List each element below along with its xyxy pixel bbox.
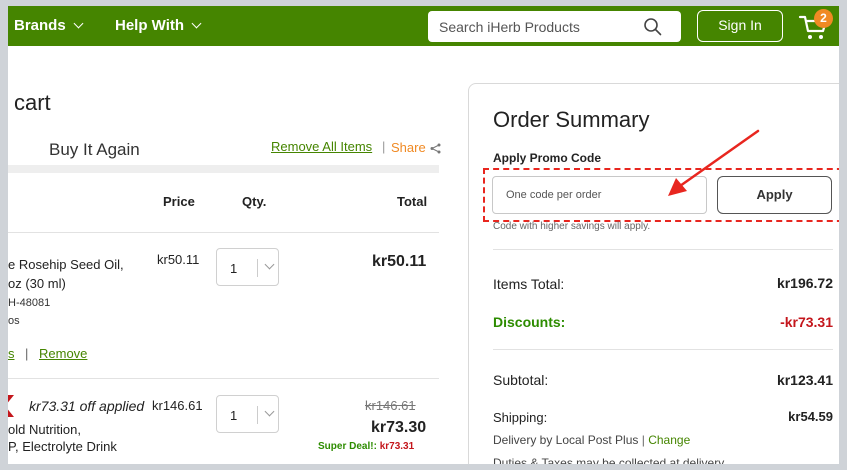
nav-help-with[interactable]: Help With [115, 17, 202, 34]
promo-placeholder: One code per order [506, 189, 602, 201]
shipping-value: kr54.59 [788, 409, 833, 424]
nav-help-with-label: Help With [115, 17, 185, 34]
item-1-quantity-value: 1 [230, 261, 238, 276]
discounts-label: Discounts: [493, 314, 566, 330]
chevron-down-icon [264, 406, 275, 417]
shipping-label: Shipping: [493, 410, 548, 425]
chevron-down-icon [191, 18, 202, 29]
item-1-price: kr50.11 [157, 252, 200, 267]
subtotal-value: kr123.41 [776, 372, 833, 388]
summary-divider [493, 349, 833, 350]
nav-brands-label: Brands [14, 17, 66, 34]
super-deal-value: kr73.31 [379, 441, 415, 452]
select-divider [257, 406, 258, 424]
item-2-deal-text: kr73.31 off applied [29, 398, 145, 414]
promo-code-label: Apply Promo Code [493, 151, 602, 165]
item-1-quantity-select[interactable]: 1 [216, 248, 279, 286]
super-deal-label: Super Deal!: [318, 441, 377, 452]
section-divider [8, 165, 439, 173]
item-1-total: kr50.11 [372, 253, 427, 270]
promo-hint: Code with higher savings will apply. [493, 221, 651, 232]
item-1-remove-link[interactable]: Remove [39, 346, 87, 361]
items-total-label: Items Total: [493, 276, 565, 292]
item-2-quantity-select[interactable]: 1 [216, 395, 279, 433]
select-divider [257, 259, 258, 277]
item-2-original-total: kr146.61 [365, 398, 416, 413]
item-2-super-deal: Super Deal!: kr73.31 [318, 441, 414, 452]
duties-note: Duties & Taxes may be collected at deliv… [493, 456, 725, 464]
summary-divider [493, 249, 833, 250]
search-input[interactable]: Search iHerb Products [428, 11, 681, 42]
chevron-down-icon [73, 18, 84, 29]
row-divider [8, 378, 439, 379]
items-total-value: kr196.72 [776, 275, 833, 291]
column-header-price: Price [163, 194, 195, 209]
order-summary-panel [468, 83, 839, 464]
order-summary-title: Order Summary [493, 107, 650, 132]
separator: | [382, 139, 386, 154]
cart-count-badge: 2 [814, 9, 833, 28]
item-1-name-line2[interactable]: oz (30 ml) [8, 274, 66, 294]
delivery-info: Delivery by Local Post Plus | Change [493, 433, 690, 447]
item-2-total: kr73.30 [371, 419, 427, 436]
page-title: cart [14, 90, 51, 115]
item-1-action-link[interactable]: s [8, 346, 15, 361]
page-frame: Brands Help With Search iHerb Products S… [8, 6, 839, 464]
search-icon[interactable] [643, 17, 663, 37]
deal-tag-icon [8, 395, 14, 417]
subtotal-label: Subtotal: [493, 372, 549, 388]
search-placeholder: Search iHerb Products [439, 19, 580, 35]
discounts-value: -kr73.31 [780, 314, 833, 330]
item-2-name-line2[interactable]: P, Electrolyte Drink [8, 437, 117, 457]
item-1-meta: os [8, 315, 20, 327]
promo-code-input[interactable]: One code per order [492, 176, 707, 214]
separator: | [25, 346, 29, 361]
column-header-total: Total [397, 194, 428, 209]
item-2-quantity-value: 1 [230, 408, 238, 423]
change-delivery-link[interactable]: Change [648, 433, 690, 447]
column-header-qty: Qty. [242, 194, 267, 209]
item-2-price: kr146.61 [152, 398, 203, 413]
share-icon[interactable] [430, 143, 441, 154]
apply-button[interactable]: Apply [717, 176, 832, 214]
sign-in-button[interactable]: Sign In [697, 10, 783, 42]
table-divider [8, 232, 439, 233]
item-1-product-code: H-48081 [8, 297, 51, 309]
item-1-name-line1[interactable]: e Rosehip Seed Oil, [8, 255, 124, 275]
tab-buy-it-again[interactable]: Buy It Again [49, 140, 140, 160]
remove-all-items-link[interactable]: Remove All Items [271, 139, 372, 154]
share-link[interactable]: Share [391, 140, 426, 155]
delivery-text: Delivery by Local Post Plus [493, 433, 639, 447]
chevron-down-icon [264, 259, 275, 270]
nav-brands[interactable]: Brands [14, 17, 84, 34]
